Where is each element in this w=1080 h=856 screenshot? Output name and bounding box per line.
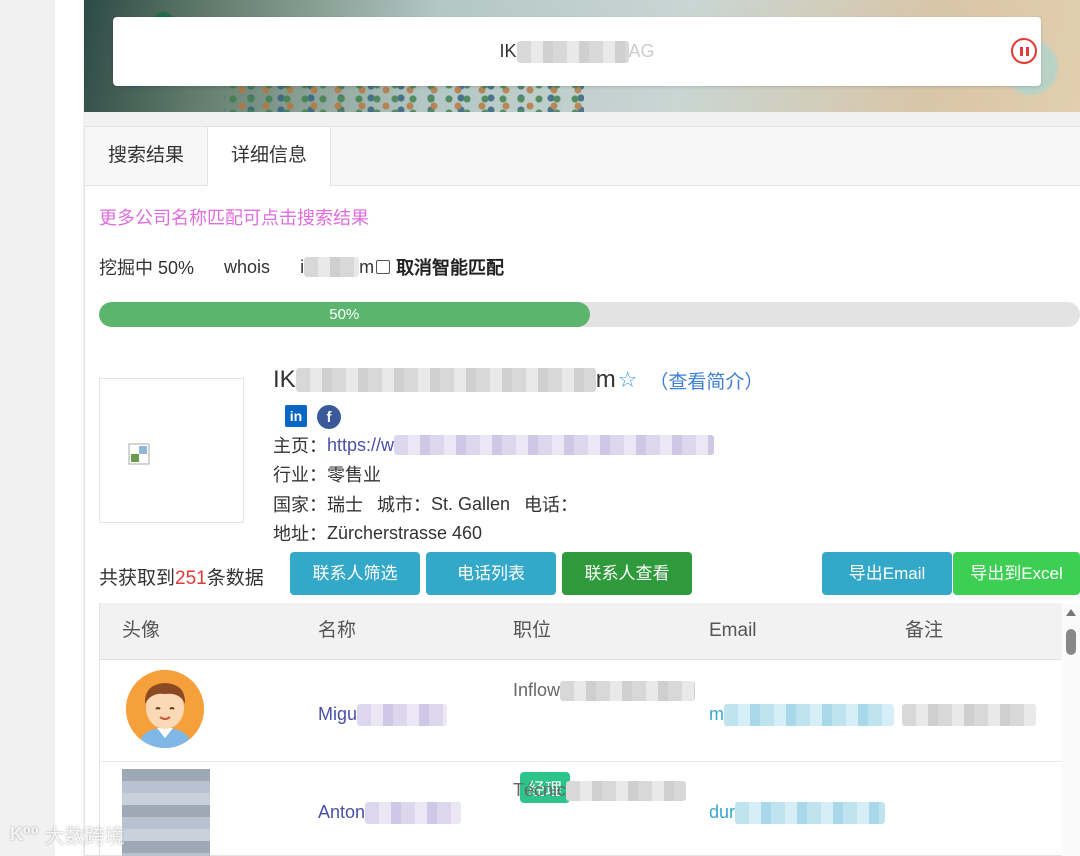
progress-label: 50% [329, 306, 360, 323]
header-name: 名称 [318, 620, 357, 641]
contact-name-text: Migu [318, 704, 358, 724]
contact-position: Inflow [513, 680, 696, 702]
tab-details[interactable]: 详细信息 [207, 127, 331, 186]
contact-position-text: Técnic [513, 780, 567, 800]
address-value: Zürcherstrasse 460 [327, 522, 483, 543]
results-count: 共获取到251条数据 [99, 563, 264, 590]
cancel-smart-match-label[interactable]: 取消智能匹配 [396, 254, 504, 280]
search-bar[interactable]: IK AG [113, 17, 1041, 86]
homepage-row: 主页： https://w [273, 432, 715, 458]
pause-icon[interactable] [1011, 38, 1037, 64]
hint-text: 更多公司名称匹配可点击搜索结果 [99, 208, 369, 228]
redacted-position [566, 781, 687, 802]
view-contacts-button[interactable]: 联系人查看 [562, 552, 692, 595]
contact-email-text: m [709, 704, 724, 724]
contact-position: Técnic [513, 780, 687, 802]
export-excel-button[interactable]: 导出到Excel [953, 552, 1080, 595]
redacted-name [365, 802, 462, 825]
header-email: Email [709, 620, 757, 641]
scroll-up-arrow-icon[interactable] [1066, 609, 1076, 616]
tab-bar: 搜索结果 详细信息 [85, 127, 1080, 186]
page-gutter [55, 0, 83, 856]
location-row: 国家： 瑞士 城市： St. Gallen 电话： [273, 491, 578, 517]
redacted-name [357, 704, 448, 727]
whois-label: whois [224, 256, 271, 277]
table-header: 头像 名称 职位 Email 备注 [100, 603, 1062, 660]
contact-photo [122, 769, 210, 856]
table-row[interactable]: Anton Técnic dur [100, 762, 1062, 856]
company-name-suffix: m [595, 366, 616, 393]
address-label: 地址： [273, 524, 327, 544]
tab-search-results[interactable]: 搜索结果 [85, 127, 207, 185]
phone-label: 电话： [524, 495, 579, 515]
contact-name[interactable]: Anton [318, 802, 462, 825]
status-row: 挖掘中 50% whois im 取消智能匹配 [99, 254, 504, 280]
industry-value: 零售业 [327, 465, 381, 485]
export-email-button[interactable]: 导出Email [822, 552, 952, 595]
contacts-table: 头像 名称 职位 Email 备注 Migu Inflow 经理 m Anton… [99, 603, 1062, 856]
contact-email-text: dur [709, 802, 736, 822]
company-logo [99, 378, 244, 523]
domain-suffix: m [359, 256, 375, 277]
redacted-email [724, 704, 894, 727]
company-name-prefix: IK [273, 366, 296, 393]
contact-filter-button[interactable]: 联系人筛选 [290, 552, 420, 595]
search-query-text: IK [499, 41, 517, 61]
header-notes: 备注 [905, 620, 944, 641]
cartoon-avatar-icon [126, 670, 204, 748]
table-row[interactable]: Migu Inflow 经理 m [100, 660, 1062, 803]
homepage-link[interactable]: https://w [327, 435, 394, 456]
industry-row: 行业： 零售业 [273, 461, 381, 487]
redacted-company-name [295, 368, 596, 392]
linkedin-icon[interactable]: in [285, 405, 307, 427]
industry-label: 行业： [273, 465, 327, 485]
redacted-position [560, 681, 696, 702]
redacted-notes [902, 704, 1036, 727]
watermark-text: 大数跨境 [44, 826, 125, 848]
results-number: 251 [175, 568, 207, 589]
city-value: St. Gallen [431, 493, 511, 514]
left-margin [0, 0, 55, 856]
homepage-label: 主页： [273, 436, 327, 456]
progress-bar: 50% [99, 302, 1080, 327]
facebook-icon[interactable]: f [317, 405, 341, 429]
watermark-logo: K⁰⁰ [10, 824, 39, 844]
results-prefix: 共获取到 [99, 568, 176, 589]
search-query-tail: AG [628, 41, 655, 61]
cancel-smart-match-checkbox[interactable] [376, 260, 391, 274]
results-suffix: 条数据 [206, 568, 264, 589]
watermark: K⁰⁰ 大数跨境 [10, 820, 125, 849]
progress-fill: 50% [99, 302, 590, 327]
broken-image-icon [128, 443, 150, 465]
scroll-thumb[interactable] [1066, 629, 1076, 655]
view-profile-link[interactable]: （查看简介） [649, 367, 763, 394]
contact-notes [902, 704, 1036, 727]
address-row: 地址： Zürcherstrasse 460 [273, 520, 482, 546]
redacted-email [735, 802, 886, 825]
country-label: 国家： [273, 495, 327, 515]
redacted-url [394, 435, 715, 455]
contact-position-text: Inflow [513, 680, 561, 700]
favorite-star-icon[interactable]: ☆ [618, 367, 638, 393]
mining-status: 挖掘中 50% [99, 258, 195, 278]
contact-name-text: Anton [318, 802, 366, 822]
redacted-text [516, 41, 629, 64]
avatar [126, 670, 204, 748]
search-query: IK AG [113, 41, 1041, 64]
social-links: in f [285, 405, 341, 429]
phone-list-button[interactable]: 电话列表 [426, 552, 556, 595]
redacted-domain [304, 257, 360, 277]
table-scrollbar[interactable] [1062, 603, 1080, 856]
contact-email[interactable]: m [709, 704, 894, 727]
city-label: 城市： [377, 495, 431, 515]
company-name-row: IK m ☆ （查看简介） [273, 366, 763, 394]
header-avatar: 头像 [122, 620, 161, 641]
header-position: 职位 [513, 620, 552, 641]
country-value: 瑞士 [327, 495, 363, 515]
contact-name[interactable]: Migu [318, 704, 448, 727]
contact-email[interactable]: dur [709, 802, 886, 825]
